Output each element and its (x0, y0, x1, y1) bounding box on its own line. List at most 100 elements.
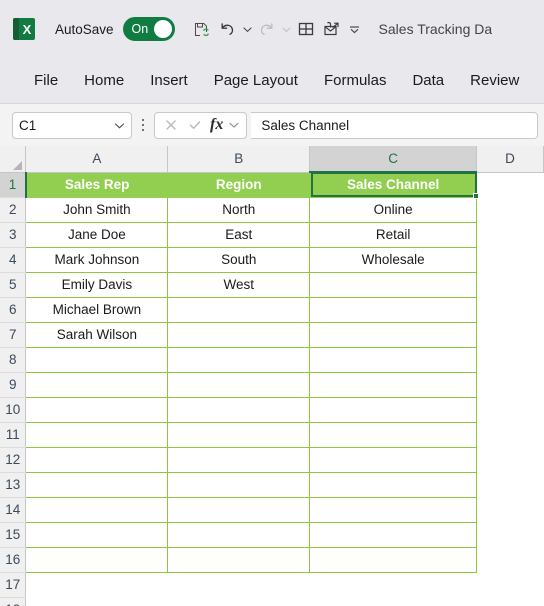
redo-dropdown-icon[interactable] (280, 16, 293, 42)
cell-B4[interactable]: South (167, 246, 311, 273)
column-header-a[interactable]: A (25, 146, 169, 173)
tab-insert[interactable]: Insert (137, 67, 201, 94)
select-all-corner[interactable] (0, 146, 27, 173)
cell-A5[interactable]: Emily Davis (25, 271, 169, 298)
tab-home[interactable]: Home (71, 67, 137, 94)
save-icon[interactable] (189, 16, 215, 42)
cell-D2[interactable] (476, 197, 544, 222)
cell-B8[interactable] (167, 346, 311, 373)
cell-B10[interactable] (167, 396, 311, 423)
tab-file[interactable]: File (21, 67, 71, 94)
cell-D14[interactable] (476, 497, 544, 522)
cell-D11[interactable] (476, 422, 544, 447)
formula-input[interactable]: Sales Channel (251, 111, 538, 139)
row-header-17[interactable]: 17 (0, 572, 27, 598)
cell-B11[interactable] (167, 421, 311, 448)
cell-C6[interactable] (309, 296, 478, 323)
cell-D13[interactable] (476, 472, 544, 497)
row-header-6[interactable]: 6 (0, 297, 27, 323)
cell-D7[interactable] (476, 322, 544, 347)
row-header-9[interactable]: 9 (0, 372, 27, 398)
row-header-16[interactable]: 16 (0, 547, 27, 573)
cell-C5[interactable] (309, 271, 478, 298)
cell-D12[interactable] (476, 447, 544, 472)
cell-A7[interactable]: Sarah Wilson (25, 321, 169, 348)
cell-D1[interactable] (476, 172, 544, 197)
cell-C9[interactable] (309, 371, 478, 398)
cell-C18[interactable] (309, 597, 477, 606)
cell-D16[interactable] (476, 547, 544, 572)
tab-formulas[interactable]: Formulas (311, 67, 400, 94)
cell-B6[interactable] (167, 296, 311, 323)
column-header-b[interactable]: B (167, 146, 311, 173)
row-header-18[interactable]: 18 (0, 597, 27, 606)
cell-A10[interactable] (25, 396, 169, 423)
undo-icon[interactable] (215, 16, 241, 42)
cell-B13[interactable] (167, 471, 311, 498)
row-header-3[interactable]: 3 (0, 222, 27, 248)
cell-D15[interactable] (476, 522, 544, 547)
cell-B1[interactable]: Region (167, 171, 311, 198)
cell-A17[interactable] (25, 572, 168, 597)
cell-A6[interactable]: Michael Brown (25, 296, 169, 323)
cell-A12[interactable] (25, 446, 169, 473)
cell-A4[interactable]: Mark Johnson (25, 246, 169, 273)
cell-D6[interactable] (476, 297, 544, 322)
row-header-10[interactable]: 10 (0, 397, 27, 423)
cell-B5[interactable]: West (167, 271, 311, 298)
cell-D3[interactable] (476, 222, 544, 247)
name-box[interactable]: C1 (12, 111, 132, 139)
tab-review[interactable]: Review (457, 67, 532, 94)
cell-A15[interactable] (25, 521, 169, 548)
cell-D8[interactable] (476, 347, 544, 372)
cell-A16[interactable] (25, 546, 169, 573)
cell-A8[interactable] (25, 346, 169, 373)
cell-B7[interactable] (167, 321, 311, 348)
cell-C12[interactable] (309, 446, 478, 473)
cell-A14[interactable] (25, 496, 169, 523)
autosave-toggle[interactable]: On (122, 17, 175, 41)
row-header-13[interactable]: 13 (0, 472, 27, 498)
cell-B2[interactable]: North (167, 196, 311, 223)
row-header-4[interactable]: 4 (0, 247, 27, 273)
cell-C8[interactable] (309, 346, 478, 373)
cell-D10[interactable] (476, 397, 544, 422)
row-header-1[interactable]: 1 (0, 172, 27, 198)
cell-B3[interactable]: East (167, 221, 311, 248)
cell-C11[interactable] (309, 421, 478, 448)
cell-C16[interactable] (309, 546, 478, 573)
cell-B9[interactable] (167, 371, 311, 398)
cell-A3[interactable]: Jane Doe (25, 221, 169, 248)
cell-A1[interactable]: Sales Rep (25, 171, 169, 198)
cell-B16[interactable] (167, 546, 311, 573)
confirm-icon[interactable] (184, 114, 206, 137)
cell-B12[interactable] (167, 446, 311, 473)
insert-function-icon[interactable]: fx (208, 116, 225, 134)
row-header-8[interactable]: 8 (0, 347, 27, 373)
cell-C2[interactable]: Online (309, 196, 478, 223)
formula-chevron-down-icon[interactable] (227, 114, 241, 137)
row-header-12[interactable]: 12 (0, 447, 27, 473)
row-header-14[interactable]: 14 (0, 497, 27, 523)
cell-B17[interactable] (167, 572, 310, 597)
cell-C1[interactable]: Sales Channel (309, 171, 478, 198)
customize-qat-icon[interactable] (345, 16, 365, 42)
row-header-5[interactable]: 5 (0, 272, 27, 298)
cell-D17[interactable] (476, 572, 544, 597)
cell-C4[interactable]: Wholesale (309, 246, 478, 273)
cell-D4[interactable] (476, 247, 544, 272)
cell-D9[interactable] (476, 372, 544, 397)
row-header-2[interactable]: 2 (0, 197, 27, 223)
cell-B18[interactable] (167, 597, 310, 606)
row-header-15[interactable]: 15 (0, 522, 27, 548)
column-header-c[interactable]: C (309, 146, 478, 173)
cell-B15[interactable] (167, 521, 311, 548)
cell-C7[interactable] (309, 321, 478, 348)
cell-D5[interactable] (476, 272, 544, 297)
cell-C14[interactable] (309, 496, 478, 523)
table-icon[interactable] (293, 16, 319, 42)
cell-A2[interactable]: John Smith (25, 196, 169, 223)
column-header-d[interactable]: D (476, 146, 544, 173)
cell-A9[interactable] (25, 371, 169, 398)
undo-dropdown-icon[interactable] (241, 16, 254, 42)
